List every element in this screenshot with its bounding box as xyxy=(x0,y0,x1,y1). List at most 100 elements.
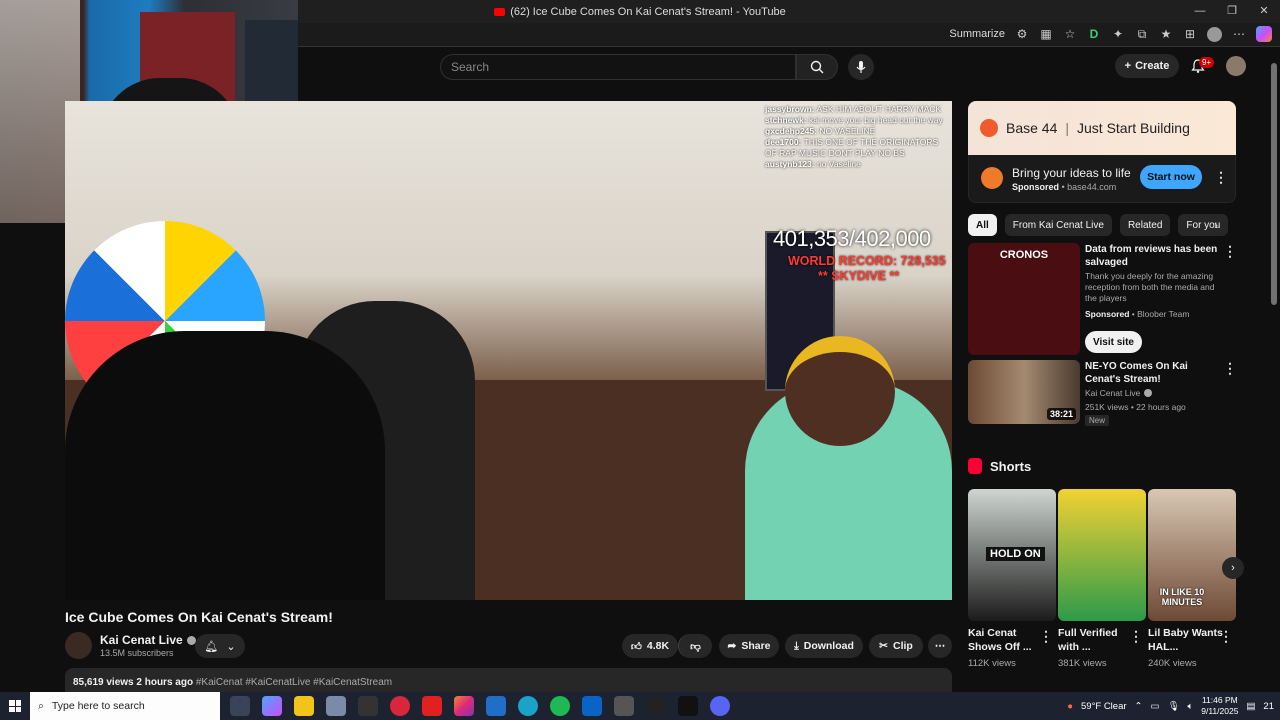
short-menu-icon[interactable]: ⋮ xyxy=(1219,628,1233,645)
chip-all[interactable]: All xyxy=(968,214,997,236)
close-button[interactable]: ✕ xyxy=(1248,0,1280,23)
summarize-button[interactable]: Summarize xyxy=(949,28,1005,40)
download-button[interactable]: ⤓ Download xyxy=(785,634,863,658)
start-now-button[interactable]: Start now xyxy=(1140,165,1202,189)
rec-menu-icon[interactable]: ⋮ xyxy=(1223,360,1237,377)
taskbar-search-placeholder: Type here to search xyxy=(51,700,145,712)
opera-icon[interactable] xyxy=(390,696,410,716)
rec-title[interactable]: Data from reviews has been salvaged xyxy=(1085,243,1220,269)
discord-icon[interactable] xyxy=(710,696,730,716)
shorts-heading: Shorts xyxy=(990,458,1032,474)
extension-d-icon[interactable]: D xyxy=(1087,27,1101,41)
dislike-button[interactable]: 👎︎ xyxy=(678,634,712,658)
favorite-star-icon[interactable]: ☆ xyxy=(1063,27,1077,41)
edge-icon[interactable] xyxy=(518,696,538,716)
taskbar-clock[interactable]: 11:46 PM 9/11/2025 xyxy=(1201,695,1238,717)
epic-games-icon[interactable] xyxy=(678,696,698,716)
like-button[interactable]: 👍︎ 4.8K xyxy=(622,634,678,658)
download-label: Download xyxy=(803,640,854,652)
minimize-button[interactable]: — xyxy=(1184,0,1216,23)
short-thumbnail[interactable]: HOLD ON xyxy=(968,489,1056,621)
share-button[interactable]: ➦ Share xyxy=(719,634,779,658)
rec-menu-icon[interactable]: ⋮ xyxy=(1223,243,1237,260)
channel-avatar[interactable] xyxy=(65,632,92,659)
short-menu-icon[interactable]: ⋮ xyxy=(1039,628,1053,645)
start-button[interactable] xyxy=(0,692,30,720)
taskbar-search-input[interactable]: ⌕ Type here to search xyxy=(30,692,220,720)
short-title[interactable]: Full Verified with ... xyxy=(1058,626,1138,654)
short-title[interactable]: Kai Cenat Shows Off ... xyxy=(968,626,1048,654)
favorites-icon[interactable]: ★ xyxy=(1159,27,1173,41)
microphone-tray-icon[interactable]: 🎙︎ xyxy=(1167,701,1179,712)
youtube-app-icon[interactable] xyxy=(422,696,442,716)
rec-channel-name[interactable]: Kai Cenat Live xyxy=(1085,388,1140,398)
short-menu-icon[interactable]: ⋮ xyxy=(1129,628,1143,645)
share-arrow-icon: ➦ xyxy=(727,640,737,652)
plus-icon: + xyxy=(1124,60,1132,72)
shorts-next-chevron-icon[interactable]: › xyxy=(1222,557,1244,579)
copilot-app-icon[interactable] xyxy=(262,696,282,716)
recording-app-icon[interactable] xyxy=(646,696,666,716)
file-explorer-icon[interactable] xyxy=(294,696,314,716)
video-player[interactable] xyxy=(65,101,952,600)
account-avatar[interactable] xyxy=(1226,56,1246,76)
channel-name-row[interactable]: Kai Cenat Live xyxy=(100,633,196,647)
ad-banner[interactable]: Base 44 | Just Start Building xyxy=(968,101,1236,155)
tray-chevron-up-icon[interactable]: ⌃ xyxy=(1135,701,1143,712)
chip-from-channel[interactable]: From Kai Cenat Live xyxy=(1004,214,1112,236)
visit-site-button[interactable]: Visit site xyxy=(1085,331,1142,353)
goal-event-label: ** SKYDIVE ** xyxy=(818,269,900,283)
subscribed-notifications-button[interactable]: 🔔︎ ⌄ xyxy=(195,634,245,658)
search-button[interactable] xyxy=(796,54,838,80)
translate-icon[interactable]: ⚙ xyxy=(1015,27,1029,41)
ad-card[interactable]: Bring your ideas to life Sponsored • bas… xyxy=(968,155,1236,203)
store-icon[interactable] xyxy=(486,696,506,716)
copilot-icon[interactable] xyxy=(1256,26,1272,42)
short-thumbnail[interactable]: IN LIKE 10 MINUTES xyxy=(1148,489,1236,621)
chip-related[interactable]: Related xyxy=(1119,214,1171,236)
extensions-icon[interactable]: ✦ xyxy=(1111,27,1125,41)
apps-icon[interactable]: ▦ xyxy=(1039,27,1053,41)
search-input[interactable]: Search xyxy=(440,54,796,80)
verified-check-icon xyxy=(1144,389,1153,397)
maximize-button[interactable]: ❐ xyxy=(1216,0,1248,23)
amazon-icon[interactable] xyxy=(358,696,378,716)
short-title[interactable]: Lil Baby Wants HAL... xyxy=(1148,626,1228,654)
hashtags[interactable]: #KaiCenat #KaiCenatLive #KaiCenatStream xyxy=(196,677,392,688)
channel-name[interactable]: Kai Cenat Live xyxy=(100,633,183,647)
video-thumbnail[interactable]: 38:21 xyxy=(968,360,1080,424)
app-icon[interactable] xyxy=(614,696,634,716)
network-icon[interactable]: ▭ xyxy=(1151,701,1160,712)
rec-channel[interactable]: Kai Cenat Live xyxy=(1085,388,1153,398)
page-scrollbar[interactable] xyxy=(1268,47,1280,691)
person-foreground-left xyxy=(65,331,385,600)
description-box[interactable]: 85,619 views 2 hours ago #KaiCenat #KaiC… xyxy=(65,668,952,692)
sponsored-thumbnail[interactable]: CRONOS xyxy=(968,243,1080,355)
clip-button[interactable]: ✂ Clip xyxy=(869,634,923,658)
split-screen-icon[interactable]: ⧉ xyxy=(1135,27,1149,41)
sponsored-recommendation[interactable]: CRONOS Data from reviews has been salvag… xyxy=(968,243,1237,355)
create-button[interactable]: + Create xyxy=(1115,54,1179,78)
chip-for-you[interactable]: For you xyxy=(1178,214,1229,236)
outlook-icon[interactable] xyxy=(582,696,602,716)
scrollbar-thumb[interactable] xyxy=(1271,63,1277,305)
clip-label: Clip xyxy=(892,640,913,652)
weather-text[interactable]: 59°F Clear xyxy=(1081,701,1127,712)
subscriber-count: 13.5M subscribers xyxy=(100,648,174,658)
notification-center-icon[interactable]: ▤ xyxy=(1246,701,1255,712)
spotify-icon[interactable] xyxy=(550,696,570,716)
collections-icon[interactable]: ⊞ xyxy=(1183,27,1197,41)
profile-avatar[interactable] xyxy=(1207,26,1222,42)
instagram-icon[interactable] xyxy=(454,696,474,716)
more-actions-button[interactable]: ⋯ xyxy=(928,634,952,658)
task-view-icon[interactable] xyxy=(230,696,250,716)
volume-icon[interactable]: 🔈︎ xyxy=(1188,701,1194,712)
short-thumbnail[interactable] xyxy=(1058,489,1146,621)
recommendation-video[interactable]: 38:21 NE-YO Comes On Kai Cenat's Stream!… xyxy=(968,360,1237,426)
ad-menu-icon[interactable]: ⋮ xyxy=(1214,169,1228,186)
app-icon[interactable] xyxy=(326,696,346,716)
rec-title[interactable]: NE-YO Comes On Kai Cenat's Stream! xyxy=(1085,360,1220,386)
more-menu-icon[interactable]: ⋯ xyxy=(1232,27,1246,41)
voice-search-button[interactable] xyxy=(848,54,874,80)
chevron-right-icon[interactable]: › xyxy=(1214,218,1218,232)
